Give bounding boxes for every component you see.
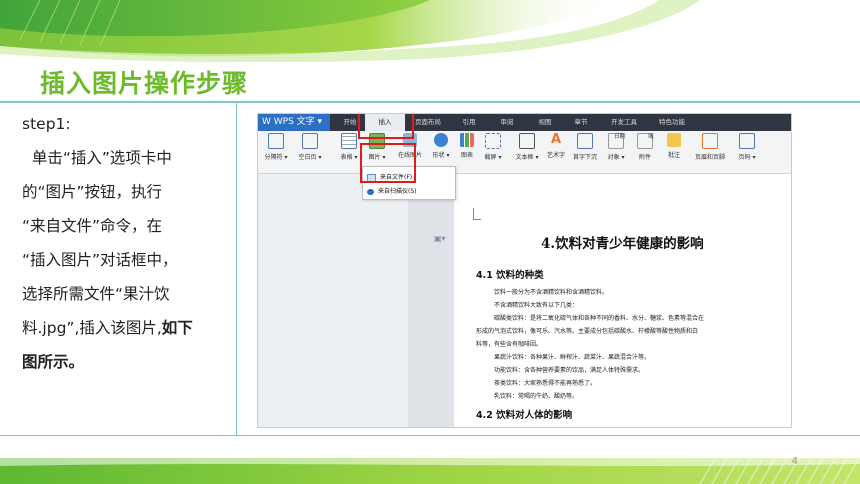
wordart-label: 艺术字 — [546, 152, 565, 159]
tab-references[interactable]: 引用 — [456, 114, 482, 131]
menu-item-from-scanner[interactable]: 来自扫描仪(S) — [367, 186, 417, 195]
page-number-label: 页码 ▾ — [738, 154, 756, 161]
screenshot-button[interactable]: 截屏 ▾ — [480, 133, 506, 161]
object-label: 对象 ▾ — [607, 154, 625, 161]
doc-line: 碳酸类饮料：是将二氧化碳气体和各种不同的香料、水分、糖浆、色素等混合在 — [494, 315, 705, 322]
step-line: 料.jpg”,插入该图片, — [22, 319, 162, 337]
document-title: 4.饮料对青少年健康的影响 — [541, 236, 704, 252]
wordart-icon: A — [550, 132, 562, 147]
navigation-pane — [258, 174, 408, 427]
drop-cap-label: 首字下沉 — [572, 154, 597, 161]
menu-bar: W WPS 文字 ▾ 开始 插入 页面布局 引用 审阅 视图 章节 开发工具 特… — [258, 114, 791, 131]
section-heading-1: 4.1 饮料的种类 — [476, 270, 544, 281]
comment-icon — [667, 133, 681, 147]
doc-line: 饮料一般分为不含酒精饮料和含酒精饮料。 — [494, 289, 609, 296]
chart-label: 图表 — [460, 152, 473, 159]
textbox-button[interactable]: 文本框 ▾ — [512, 133, 542, 161]
header-footer-button[interactable]: 页眉和页脚 — [690, 133, 730, 161]
doc-toggle-icon[interactable]: ▣▾ — [434, 234, 446, 243]
table-icon — [341, 133, 357, 149]
menu-item-from-scanner-label: 来自扫描仪(S) — [378, 188, 417, 195]
table-label: 表格 ▾ — [340, 154, 358, 161]
doc-line: 乳饮料：常喝的牛奶、酸奶等。 — [494, 393, 579, 400]
top-decorative-banner — [0, 0, 860, 62]
shape-button[interactable]: 形状 ▾ — [428, 133, 454, 159]
table-button[interactable]: 表格 ▾ — [338, 133, 360, 161]
doc-line: 不含酒精饮料大致有以下几类： — [494, 302, 579, 309]
blank-page-button[interactable]: 空白页 ▾ — [294, 133, 326, 161]
step-line-with-bold: 料.jpg”,插入该图片,如下 — [22, 311, 230, 345]
column-divider — [236, 103, 237, 435]
doc-line: 料等，有些含有咖啡因。 — [476, 341, 543, 348]
step-line: 单击“插入”选项卡中 — [22, 149, 172, 167]
wordart-button[interactable]: A 艺术字 — [544, 132, 568, 160]
page-break-label: 分隔符 ▾ — [264, 154, 288, 161]
screenshot-icon — [485, 133, 501, 149]
page-number-button[interactable]: 页码 ▾ — [734, 133, 760, 161]
bottom-decorative-banner — [0, 458, 860, 484]
header-footer-label: 页眉和页脚 — [694, 154, 725, 161]
wps-screenshot: W WPS 文字 ▾ 开始 插入 页面布局 引用 审阅 视图 章节 开发工具 特… — [257, 113, 792, 428]
step-description: step1: 单击“插入”选项卡中 的“图片”按钮，执行 “来自文件”命令，在 … — [22, 107, 230, 379]
shape-icon — [434, 133, 448, 147]
drop-cap-button[interactable]: 首字下沉 — [570, 133, 600, 161]
chart-button[interactable]: 图表 — [456, 133, 478, 159]
step-line: 选择所需文件“果汁饮 — [22, 285, 170, 303]
header-footer-icon — [702, 133, 718, 149]
tab-view[interactable]: 视图 — [532, 114, 558, 131]
textbox-icon — [519, 133, 535, 149]
page-break-button[interactable]: 分隔符 ▾ — [260, 133, 292, 161]
blank-page-label: 空白页 ▾ — [298, 154, 322, 161]
scanner-icon — [367, 188, 374, 195]
page-break-icon — [268, 133, 284, 149]
page-number-icon — [739, 133, 755, 149]
comment-label: 批注 — [667, 152, 680, 159]
doc-line: 形成的气泡式饮料，像可乐、汽水等。主要成分包括碳酸水、柠檬酸等酸性物质和白 — [476, 328, 699, 335]
ribbon-toolbar: 分隔符 ▾ 空白页 ▾ 表格 ▾ 图片 ▾ 在线图片 形状 ▾ 图表 截屏 ▾ … — [258, 131, 791, 174]
tab-developer[interactable]: 开发工具 — [604, 114, 644, 131]
highlight-insert-tab — [358, 114, 414, 139]
comment-button[interactable]: 批注 — [664, 133, 684, 159]
page-corner-mark — [473, 208, 481, 220]
chart-icon — [460, 133, 474, 147]
wps-app-button[interactable]: W WPS 文字 ▾ — [258, 114, 330, 131]
blank-page-icon — [302, 133, 318, 149]
highlight-picture-menu — [360, 143, 416, 183]
step-bold-text: 图所示。 — [22, 353, 85, 371]
step-line: 的“图片”按钮，执行 — [22, 183, 163, 201]
date-button[interactable]: 日期 — [614, 132, 636, 140]
tab-page-layout[interactable]: 页面布局 — [408, 114, 448, 131]
doc-line: 茶类饮料：大家熟悉得不能再熟悉了。 — [494, 380, 597, 387]
drop-cap-icon — [577, 133, 593, 149]
step-line: “来自文件”命令，在 — [22, 217, 163, 235]
tab-chapter[interactable]: 章节 — [568, 114, 594, 131]
bottom-divider — [0, 435, 860, 436]
step-line: “插入图片”对话框中， — [22, 251, 178, 269]
tab-special[interactable]: 特色功能 — [652, 114, 692, 131]
page-number: 4 — [791, 456, 798, 467]
step-bold-text: 如下 — [161, 319, 193, 337]
section-heading-2: 4.2 饮料对人体的影响 — [476, 410, 573, 421]
tab-review[interactable]: 审阅 — [494, 114, 520, 131]
step-label: step1: — [22, 115, 71, 133]
screenshot-label: 截屏 ▾ — [484, 154, 502, 161]
attachment-label: 附件 — [638, 154, 651, 161]
doc-line: 果蔬汁饮料：各种果汁、鲜榨汁、蔬菜汁、果蔬混合汁等。 — [494, 354, 651, 361]
doc-line: 功能饮料：含各种营养要素的饮品，满足人体特殊需求。 — [494, 367, 645, 374]
slide-title: 插入图片操作步骤 — [40, 69, 249, 98]
textbox-label: 文本框 ▾ — [515, 154, 539, 161]
shape-label: 形状 ▾ — [432, 152, 450, 159]
title-divider — [0, 101, 860, 103]
